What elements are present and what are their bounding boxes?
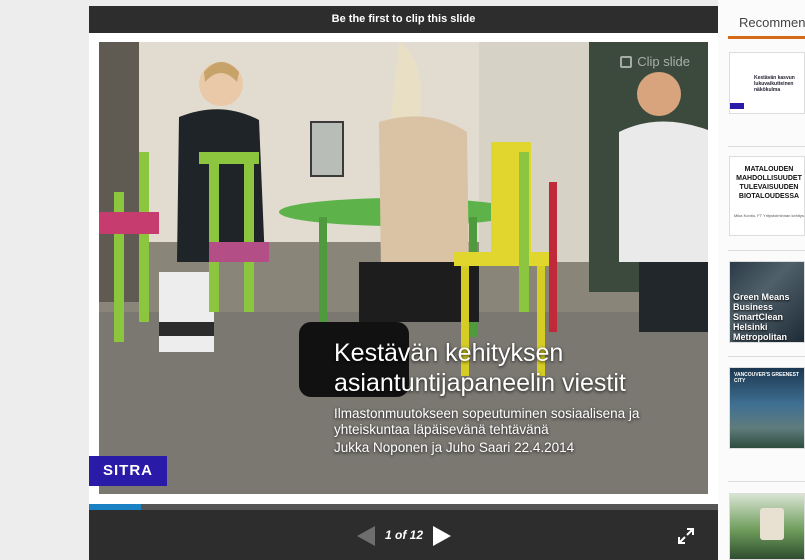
slide-player: Be the first to clip this slide Clip sli… xyxy=(89,6,718,560)
slide-subtitle: Ilmastonmuutokseen sopeutuminen sosiaali… xyxy=(334,406,640,437)
thumb-photo xyxy=(760,508,784,540)
divider xyxy=(728,146,805,147)
slide-view[interactable]: Clip slide Kestävän kehityksen asiantunt… xyxy=(99,42,708,494)
recommended-item[interactable]: MATALOUDEN MAHDOLLISUUDET TULEVAISUUDEN … xyxy=(729,156,805,236)
clip-slide-overlay[interactable]: Clip slide xyxy=(620,54,690,69)
recommended-header: Recommended xyxy=(739,15,805,30)
recommended-panel: Recommended Kestävän kasvun lukuvaikutte… xyxy=(718,0,805,560)
pin-icon xyxy=(620,55,633,68)
recommended-item[interactable] xyxy=(729,493,805,560)
page-gutter xyxy=(0,0,89,560)
recommended-item[interactable]: Kestävän kasvun lukuvaikutteinen näkökul… xyxy=(729,52,805,114)
thumb-text: MATALOUDEN MAHDOLLISUUDET TULEVAISUUDEN … xyxy=(736,166,802,200)
divider xyxy=(728,481,805,482)
thumb-text: VANCOUVER'S GREENEST CITY xyxy=(734,372,799,384)
thumb-text: Green Means Business SmartClean Helsinki… xyxy=(733,292,790,342)
thumb-brand-stripe xyxy=(730,103,744,109)
recommended-item[interactable]: VANCOUVER'S GREENEST CITY xyxy=(729,367,805,449)
player-controls: 1 of 12 xyxy=(89,510,718,560)
thumb-subtext: Mika Kontio, FT Yritystoiminnan kehitys xyxy=(734,213,804,218)
prev-arrow-icon[interactable] xyxy=(357,526,375,546)
clip-slide-label: Clip slide xyxy=(637,54,690,69)
sitra-logo: SITRA xyxy=(89,456,167,486)
next-arrow-icon[interactable] xyxy=(433,526,451,546)
thumb-text: Kestävän kasvun lukuvaikutteinen näkökul… xyxy=(754,75,795,93)
recommended-underline xyxy=(728,36,805,39)
fullscreen-icon[interactable] xyxy=(678,528,694,544)
divider xyxy=(728,250,805,251)
slide-author: Jukka Noponen ja Juho Saari 22.4.2014 xyxy=(334,440,575,455)
slide-frame: Clip slide Kestävän kehityksen asiantunt… xyxy=(89,33,718,504)
divider xyxy=(728,356,805,357)
clip-banner[interactable]: Be the first to clip this slide xyxy=(89,6,718,33)
slide-title: Kestävän kehityksen asiantuntijapaneelin… xyxy=(334,339,626,397)
recommended-item[interactable]: Green Means Business SmartClean Helsinki… xyxy=(729,261,805,343)
slide-counter: 1 of 12 xyxy=(384,528,423,542)
